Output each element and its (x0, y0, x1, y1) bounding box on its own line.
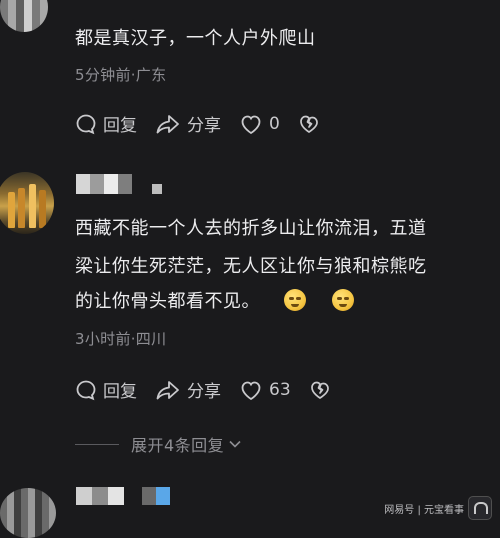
like-count: 63 (269, 379, 291, 400)
heart-outline-icon (241, 381, 261, 400)
heart-outline-icon (241, 115, 261, 134)
comment-meta: 5分钟前·广东 (75, 66, 167, 84)
like-count: 0 (269, 113, 280, 134)
chevron-down-icon (229, 440, 241, 448)
comment-text: 西藏不能一个人去的折多山让你流泪，五道 (75, 218, 427, 239)
watermark-logo-icon (468, 496, 492, 520)
like-button[interactable]: 63 (239, 379, 291, 401)
share-label: 分享 (187, 382, 221, 402)
comment-bubble-icon (76, 380, 96, 400)
share-arrow-icon (156, 114, 179, 133)
comment-bubble-icon (76, 114, 96, 134)
dislike-button[interactable] (309, 379, 331, 401)
share-arrow-icon (156, 380, 179, 399)
comment-actions: 回复 分享 0 (75, 111, 338, 136)
share-button[interactable]: 分享 (155, 377, 221, 402)
like-button[interactable]: 0 (239, 113, 280, 135)
crying-laughing-emoji-icon (284, 289, 306, 311)
avatar[interactable] (0, 0, 48, 32)
dislike-button[interactable] (298, 113, 320, 135)
expand-replies-button[interactable]: 展开4条回复 (75, 432, 242, 456)
broken-heart-icon (310, 381, 329, 399)
comment-actions: 回复 分享 63 (75, 377, 349, 402)
comment-text: 的让你骨头都看不见。 (75, 285, 362, 318)
comment-text: 都是真汉子，一个人户外爬山 (75, 28, 316, 49)
watermark-text: 网易号 | 元宝看事 (384, 504, 464, 516)
username-blurred[interactable] (76, 487, 170, 505)
avatar[interactable] (0, 172, 54, 234)
broken-heart-icon (299, 115, 318, 133)
comment-text-line3: 的让你骨头都看不见。 (75, 291, 260, 312)
comment-meta: 3小时前·四川 (75, 330, 167, 348)
avatar[interactable] (0, 488, 56, 538)
reply-button[interactable]: 回复 (75, 377, 137, 402)
divider (75, 443, 119, 445)
watermark: 网易号 | 元宝看事 (384, 496, 492, 520)
crying-laughing-emoji-icon (332, 289, 354, 311)
username-blurred[interactable] (76, 174, 162, 194)
reply-label: 回复 (103, 116, 137, 136)
share-label: 分享 (187, 116, 221, 136)
reply-button[interactable]: 回复 (75, 111, 137, 136)
share-button[interactable]: 分享 (155, 111, 221, 136)
expand-replies-label: 展开4条回复 (131, 436, 225, 455)
comment-text: 梁让你生死茫茫，无人区让你与狼和棕熊吃 (75, 256, 427, 277)
reply-label: 回复 (103, 382, 137, 402)
